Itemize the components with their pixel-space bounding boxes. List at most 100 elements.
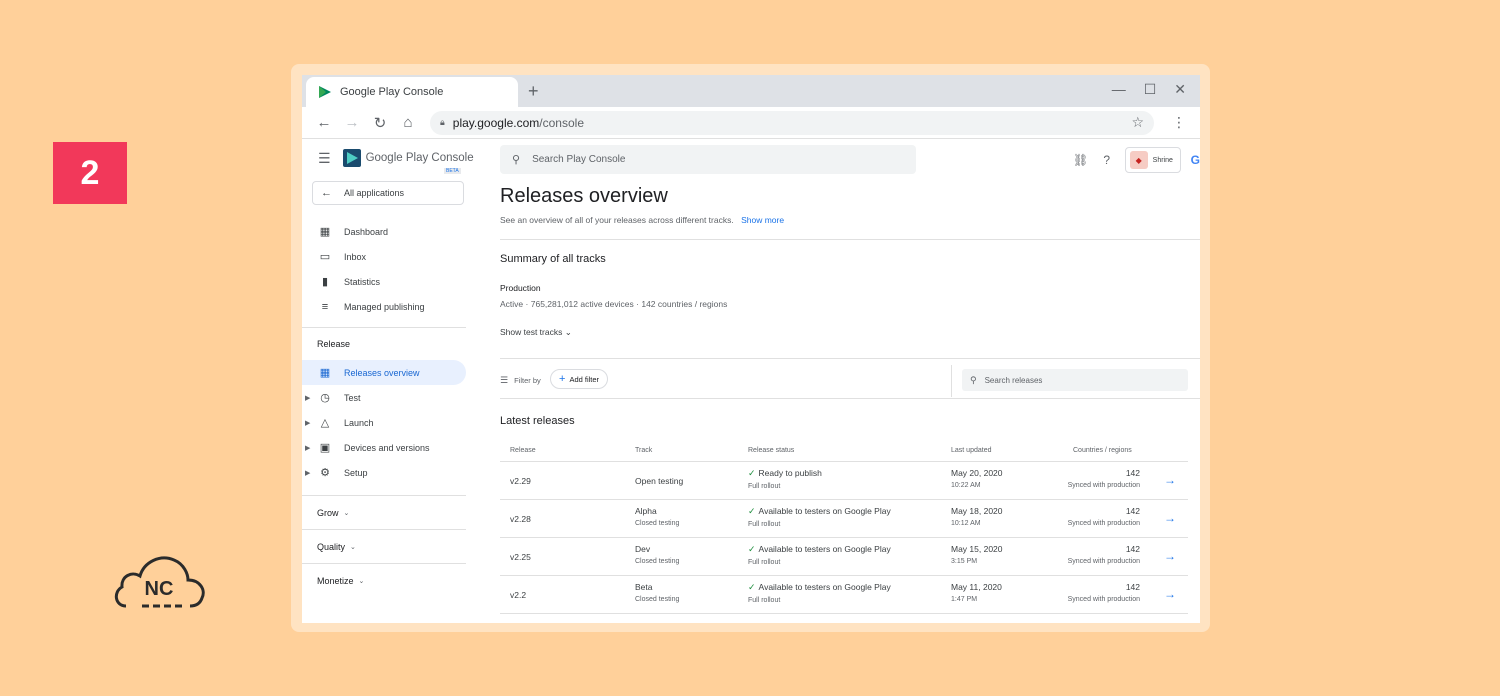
- release-status: ✓ Available to testers on Google Play Ful…: [748, 506, 891, 528]
- managed-publishing-icon: ≡: [321, 300, 329, 313]
- arrow-right-icon[interactable]: →: [1164, 549, 1176, 563]
- account-name: Shrine: [1152, 156, 1173, 164]
- last-updated: May 11, 2020 1:47 PM: [951, 582, 1002, 603]
- add-filter-button[interactable]: + Add filter: [550, 369, 609, 389]
- countries-count: 142 Synced with production: [1040, 468, 1140, 489]
- browser-menu-icon[interactable]: ⋮: [1172, 114, 1186, 131]
- arrow-right-icon[interactable]: →: [1164, 473, 1176, 487]
- sidebar-item-label: Setup: [344, 467, 368, 478]
- sidebar-item-label: Launch: [344, 417, 374, 428]
- sidebar-item-managed-publishing[interactable]: ≡ Managed publishing: [302, 294, 474, 319]
- rollout-label: Full rollout: [748, 597, 781, 604]
- home-icon[interactable]: ⌂: [394, 114, 422, 131]
- page-title: Releases overview: [500, 185, 668, 207]
- release-version: v2.25: [510, 552, 531, 562]
- last-updated: May 18, 2020 10:12 AM: [951, 506, 1003, 527]
- tab-strip: Google Play Console + — ☐ ✕: [302, 75, 1200, 107]
- sidebar-item-launch[interactable]: ▶ △ Launch: [302, 410, 474, 435]
- expand-caret-icon[interactable]: ▶: [305, 419, 310, 427]
- maximize-icon[interactable]: ☐: [1144, 81, 1157, 98]
- arrow-right-icon[interactable]: →: [1164, 511, 1176, 525]
- subtitle-text: See an overview of all of your releases …: [500, 215, 734, 225]
- sidebar-group-monetize[interactable]: Monetize ⌄: [302, 563, 466, 597]
- sidebar-item-setup[interactable]: ▶ ⚙ Setup: [302, 460, 474, 485]
- release-status: ✓ Ready to publish Full rollout: [748, 468, 822, 490]
- minimize-icon[interactable]: —: [1112, 81, 1126, 98]
- chevron-down-icon: ⌄: [343, 509, 350, 517]
- play-console-favicon-icon: [319, 86, 331, 98]
- search-input[interactable]: ⚲ Search Play Console: [500, 145, 916, 174]
- close-icon[interactable]: ✕: [1174, 81, 1186, 98]
- sidebar-item-statistics[interactable]: ▮ Statistics: [302, 269, 474, 294]
- latest-releases-heading: Latest releases: [500, 415, 575, 427]
- address-bar[interactable]: 🔒︎ play.google.com /console ☆: [430, 110, 1154, 135]
- group-label: Monetize: [317, 575, 354, 586]
- sidebar-item-releases-overview[interactable]: ▦ Releases overview: [302, 360, 466, 385]
- new-tab-button[interactable]: +: [528, 81, 539, 101]
- sidebar-group-quality[interactable]: Quality ⌄: [302, 529, 466, 563]
- all-applications-button[interactable]: ← All applications: [312, 181, 464, 205]
- brand: ☰ Google Play Console BETA: [302, 139, 474, 177]
- main-content: ⚲ Search Play Console ⛓ ? ◆ Shrine G Rel…: [500, 139, 1200, 623]
- setup-gear-icon: ⚙: [320, 467, 330, 479]
- sidebar-item-test[interactable]: ▶ ◷ Test: [302, 385, 474, 410]
- table-row[interactable]: v2.28 Alpha Closed testing ✓ Available to…: [500, 500, 1188, 538]
- help-icon[interactable]: ?: [1099, 153, 1115, 167]
- sidebar-item-devices-and-versions[interactable]: ▶ ▣ Devices and versions: [302, 435, 474, 460]
- divider: [500, 358, 1200, 359]
- google-account-icon[interactable]: G: [1191, 153, 1200, 167]
- show-more-link[interactable]: Show more: [741, 215, 784, 225]
- expand-caret-icon[interactable]: ▶: [305, 469, 310, 477]
- track-name: Alpha Closed testing: [635, 506, 680, 527]
- track-type: Closed testing: [635, 520, 680, 527]
- account-switcher[interactable]: ◆ Shrine: [1124, 147, 1181, 173]
- releases-overview-icon: ▦: [319, 367, 331, 379]
- browser-tab[interactable]: Google Play Console: [306, 77, 518, 107]
- add-filter-label: Add filter: [569, 374, 600, 384]
- search-releases-input[interactable]: ⚲ Search releases: [962, 369, 1188, 391]
- reload-icon[interactable]: ↻: [366, 114, 394, 132]
- forward-icon[interactable]: →: [338, 114, 366, 131]
- table-row[interactable]: v2.2 Beta Closed testing ✓ Available to t…: [500, 576, 1188, 614]
- tab-title: Google Play Console: [340, 86, 444, 98]
- production-label: Production: [500, 283, 541, 293]
- sidebar-item-inbox[interactable]: ▭ Inbox: [302, 244, 474, 269]
- sidebar-item-label: Releases overview: [344, 367, 420, 378]
- update-time: 3:15 PM: [951, 558, 978, 565]
- step-number-badge: 2: [53, 142, 127, 204]
- filter-icon: ☰: [500, 375, 509, 385]
- launch-icon: △: [320, 417, 330, 429]
- search-releases-placeholder: Search releases: [984, 375, 1043, 385]
- sidebar-item-dashboard[interactable]: ▦ Dashboard: [302, 219, 474, 244]
- show-test-tracks-button[interactable]: Show test tracks ⌄: [500, 327, 572, 338]
- arrow-right-icon[interactable]: →: [1164, 587, 1176, 601]
- check-circle-icon: ✓: [748, 582, 756, 592]
- last-updated: May 15, 2020 3:15 PM: [951, 544, 1003, 565]
- divider: [500, 398, 1200, 399]
- bookmark-star-icon[interactable]: ☆: [1131, 114, 1144, 131]
- table-row[interactable]: v2.25 Dev Closed testing ✓ Available to t…: [500, 538, 1188, 576]
- sync-status: Synced with production: [1067, 482, 1140, 489]
- sidebar-group-grow[interactable]: Grow ⌄: [302, 495, 466, 529]
- search-icon: ⚲: [970, 374, 977, 385]
- search-placeholder: Search Play Console: [532, 154, 626, 165]
- expand-caret-icon[interactable]: ▶: [305, 444, 310, 452]
- update-time: 10:22 AM: [951, 482, 981, 489]
- back-icon[interactable]: ←: [310, 114, 338, 131]
- expand-caret-icon[interactable]: ▶: [305, 394, 310, 402]
- dashboard-icon: ▦: [319, 226, 331, 238]
- countries-count: 142 Synced with production: [1040, 582, 1140, 603]
- table-row[interactable]: v2.29 Open testing ✓ Ready to publish Ful…: [500, 462, 1188, 500]
- column-header: Track: [635, 447, 653, 454]
- statistics-icon: ▮: [321, 276, 329, 288]
- hamburger-menu-icon[interactable]: ☰: [318, 150, 331, 167]
- column-header: Release: [510, 447, 536, 454]
- browser-window: Google Play Console + — ☐ ✕ ← → ↻ ⌂ 🔒︎ p…: [302, 75, 1200, 623]
- release-status: ✓ Available to testers on Google Play Ful…: [748, 582, 891, 604]
- chevron-down-icon: ⌄: [564, 327, 572, 337]
- inbox-icon: ▭: [319, 251, 331, 263]
- link-icon[interactable]: ⛓: [1073, 153, 1089, 167]
- vertical-divider: [951, 365, 952, 397]
- track-name: Open testing: [635, 476, 684, 486]
- group-label: Quality: [317, 541, 346, 552]
